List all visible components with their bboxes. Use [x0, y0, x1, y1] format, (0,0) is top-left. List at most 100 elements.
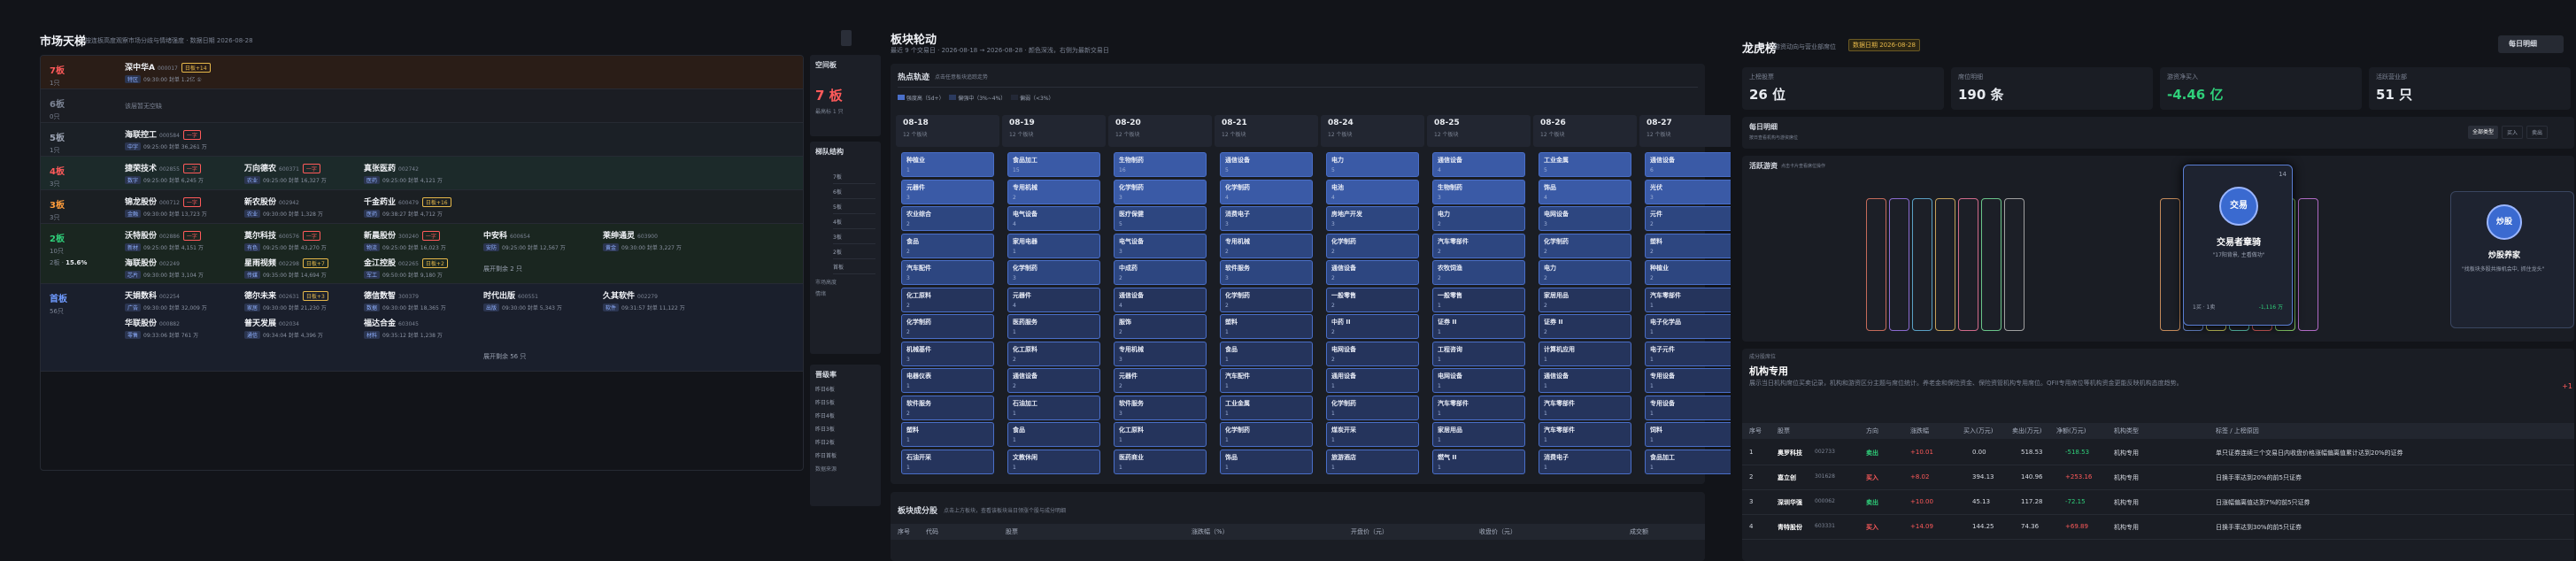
sector-tile[interactable]: 汽车零部件 1	[1645, 287, 1731, 312]
sector-tile[interactable]: 饰品 4	[1539, 179, 1631, 204]
sector-tile[interactable]: 化学制药 2	[1326, 233, 1419, 258]
trader-card-mini[interactable]	[2004, 198, 2025, 331]
filter-buy[interactable]: 买入	[2502, 126, 2524, 139]
sector-tile[interactable]: 通信设备 4	[1114, 287, 1207, 312]
sector-tile[interactable]: 电力 2	[1539, 260, 1631, 285]
sector-tile[interactable]: 中成药 2	[1114, 260, 1207, 285]
sector-tile[interactable]: 元器件 3	[901, 179, 994, 204]
sector-tile[interactable]: 专用机械 3	[1114, 341, 1207, 366]
sector-tile[interactable]: 软件服务 3	[1220, 260, 1313, 285]
sector-tile[interactable]: 文教休闲 1	[1007, 449, 1100, 474]
trader-card-mini[interactable]	[1912, 198, 1932, 331]
stock-card[interactable]: 真张医药 002742 医药 09:25:00 封单 4,121 万	[364, 162, 477, 187]
stock-card[interactable]: 福达合金 603045 材料 09:35:12 封单 1,238 万	[364, 317, 477, 342]
sector-tile[interactable]: 电网设备 2	[1326, 341, 1419, 366]
sector-tile[interactable]: 工程咨询 1	[1432, 341, 1525, 366]
sector-tile[interactable]: 食品 1	[1007, 422, 1100, 447]
sector-tile[interactable]: 食品加工 15	[1007, 152, 1100, 177]
sector-tile[interactable]: 汽车零部件 1	[1432, 395, 1525, 420]
sector-tile[interactable]: 通信设备 1	[1539, 368, 1631, 393]
filter-all[interactable]: 全部类型	[2468, 126, 2499, 139]
lhb-row[interactable]: 4 青特股份 603331 买入 +14.09 144.25 74.36 +69.89 机构专用…	[1742, 515, 2574, 540]
sector-tile[interactable]: 工业金属 1	[1220, 395, 1313, 420]
stock-card[interactable]: 沃特股份 002886 一字 新材 09:25:00 封单 4,151 万	[125, 229, 238, 254]
sector-tile[interactable]: 燃气 II 1	[1432, 449, 1525, 474]
sector-tile[interactable]: 机械基件 3	[901, 341, 994, 366]
panel-scroll-button[interactable]	[841, 30, 852, 46]
stock-card[interactable]: 星雨视频 002298 日板+7 传媒 09:35:00 封单 14,694 万	[244, 257, 358, 281]
stock-card[interactable]: 锦龙股份 000712 一字 金融 09:30:00 封单 13,723 万	[125, 196, 238, 220]
sector-tile[interactable]: 医药服务 1	[1007, 314, 1100, 339]
sector-tile[interactable]: 化工原料 2	[901, 287, 994, 312]
trader-card-second[interactable]: 炒股 炒股养家 "找板块多股共振机会中, 抓住龙头"	[2450, 191, 2574, 328]
sector-tile[interactable]: 化学制药 1	[1220, 422, 1313, 447]
expand-more-button[interactable]: 展开剩余 56 只	[483, 352, 526, 361]
trader-card-mini[interactable]	[1889, 198, 1909, 331]
sector-tile[interactable]: 中药 II 2	[1326, 314, 1419, 339]
sector-tile[interactable]: 电气设备 3	[1114, 233, 1207, 258]
trader-card-featured[interactable]: 14 交易 交易者章骑 "17阳背景, 主看做功" 1买 · 1卖 -1,116…	[2183, 165, 2293, 326]
sector-tile[interactable]: 房地产开发 3	[1326, 206, 1419, 231]
th-amount[interactable]: 成交额	[1630, 527, 1648, 536]
sector-tile[interactable]: 汽车配件 1	[1220, 368, 1313, 393]
sector-tile[interactable]: 通用设备 1	[1326, 368, 1419, 393]
sector-tile[interactable]: 汽车零部件 1	[1539, 422, 1631, 447]
stock-card[interactable]: 德信数智 300379 数据 09:30:00 封单 18,365 万	[364, 289, 477, 314]
lhb-row[interactable]: 3 深圳华强 000062 卖出 +10.00 45.13 117.28 -72.15 机构专用…	[1742, 490, 2574, 515]
sector-tile[interactable]: 汽车零部件 2	[1432, 233, 1525, 258]
sector-tile[interactable]: 化学制药 4	[1220, 179, 1313, 204]
sector-tile[interactable]: 汽车配件 3	[901, 260, 994, 285]
sector-tile[interactable]: 化工原料 2	[1007, 341, 1100, 366]
trader-card-mini[interactable]	[1981, 198, 2001, 331]
sector-tile[interactable]: 电子元件 1	[1645, 341, 1731, 366]
sector-tile[interactable]: 电网设备 1	[1432, 368, 1525, 393]
sector-tile[interactable]: 石油开采 1	[901, 449, 994, 474]
sector-tile[interactable]: 证券 II 1	[1432, 314, 1525, 339]
sector-tile[interactable]: 电池 4	[1326, 179, 1419, 204]
sector-tile[interactable]: 农业综合 2	[901, 206, 994, 231]
sector-tile[interactable]: 塑料 1	[1220, 314, 1313, 339]
stock-card[interactable]: 天娟数科 002254 广告 09:30:00 封单 32,009 万	[125, 289, 238, 314]
th-close[interactable]: 收盘价（元）	[1479, 527, 1516, 536]
stock-card[interactable]: 新晨股份 300240 一字 物流 09:25:00 封单 16,023 万	[364, 229, 477, 254]
stock-card[interactable]: 深中华A 000017 日板+14 特区 09:30:00 封单 1.2亿 ①	[125, 61, 238, 86]
sector-tile[interactable]: 元器件 4	[1007, 287, 1100, 312]
stock-card[interactable]: 中安科 600654 安防 09:25:00 封单 12,567 万	[483, 229, 597, 254]
stock-card[interactable]: 普天发展 002034 通信 09:34:04 封单 4,396 万	[244, 317, 358, 342]
sector-tile[interactable]: 家居用品 1	[1432, 422, 1525, 447]
lhb-row[interactable]: 2 嘉立创 301628 买入 +8.02 394.13 140.96 +253.16 机构专用…	[1742, 465, 2574, 490]
stock-card[interactable]: 捷荣技术 002855 一字 数字 09:25:00 封单 6,245 万	[125, 162, 238, 187]
sector-tile[interactable]: 种植业 2	[1645, 260, 1731, 285]
stock-card[interactable]: 海联股份 002249 芯片 09:30:00 封单 3,104 万	[125, 257, 238, 281]
sector-tile[interactable]: 通信设备 4	[1432, 152, 1525, 177]
sector-tile[interactable]: 元器件 2	[1114, 368, 1207, 393]
sector-tile[interactable]: 电气设备 4	[1007, 206, 1100, 231]
sector-tile[interactable]: 一般零售 1	[1432, 287, 1525, 312]
daily-detail-button[interactable]: 每日明细	[2498, 35, 2564, 53]
sector-tile[interactable]: 服饰 2	[1114, 314, 1207, 339]
sector-tile[interactable]: 通信设备 5	[1220, 152, 1313, 177]
sector-tile[interactable]: 专用设备 1	[1645, 368, 1731, 393]
sector-tile[interactable]: 专用机械 2	[1220, 233, 1313, 258]
sector-tile[interactable]: 汽车零部件 1	[1539, 395, 1631, 420]
sector-tile[interactable]: 家居用品 2	[1539, 287, 1631, 312]
sector-tile[interactable]: 生物制药 16	[1114, 152, 1207, 177]
sector-tile[interactable]: 食品 2	[901, 233, 994, 258]
stock-card[interactable]: 万向德农 600371 一字 农业 09:25:00 封单 16,327 万	[244, 162, 358, 187]
sector-tile[interactable]: 化工原料 1	[1114, 422, 1207, 447]
sector-tile[interactable]: 医药商业 1	[1114, 449, 1207, 474]
sector-tile[interactable]: 煤炭开采 1	[1326, 422, 1419, 447]
sector-tile[interactable]: 生物制药 3	[1432, 179, 1525, 204]
sector-tile[interactable]: 塑料 1	[901, 422, 994, 447]
trader-card-mini[interactable]	[1866, 198, 1886, 331]
sector-tile[interactable]: 通信设备 2	[1007, 368, 1100, 393]
sector-tile[interactable]: 饰品 1	[1220, 449, 1313, 474]
sector-tile[interactable]: 化学制药 3	[1007, 260, 1100, 285]
stock-card[interactable]: 时代出版 600551 出版 09:30:00 封单 5,343 万	[483, 289, 597, 314]
sector-tile[interactable]: 工业金属 5	[1539, 152, 1631, 177]
sector-tile[interactable]: 专用机械 2	[1007, 179, 1100, 204]
trader-card-mini[interactable]	[1958, 198, 1978, 331]
sector-tile[interactable]: 消费电子 3	[1220, 206, 1313, 231]
sector-tile[interactable]: 消费电子 1	[1539, 449, 1631, 474]
sector-tile[interactable]: 一般零售 2	[1326, 287, 1419, 312]
